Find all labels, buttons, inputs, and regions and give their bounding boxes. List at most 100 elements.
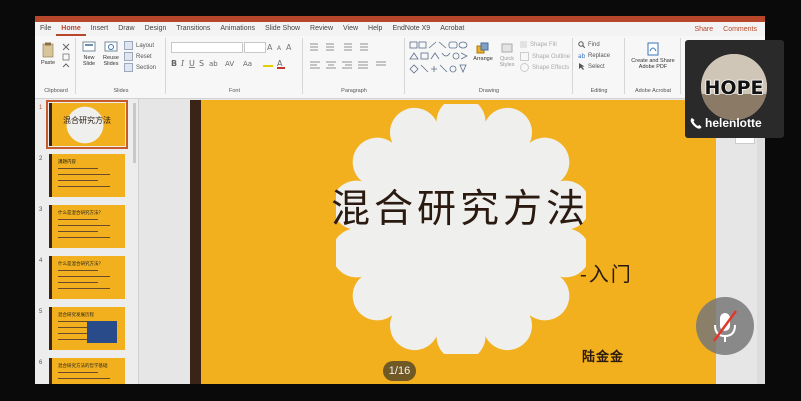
clipboard-small-icons[interactable] — [61, 42, 71, 72]
thumbnail-bar — [49, 256, 52, 299]
layout-label: Layout — [136, 42, 155, 49]
tab-slide-show[interactable]: Slide Show — [260, 22, 305, 36]
canvas-scrollbar[interactable] — [757, 99, 765, 384]
thumbnail-text-line — [58, 270, 98, 271]
svg-text:B: B — [171, 59, 177, 68]
replace-icon: ab — [578, 53, 585, 59]
thumbnail-number: 3 — [39, 207, 43, 213]
svg-text:A: A — [286, 43, 292, 52]
reuse-slides-button[interactable]: Reuse Slides — [102, 41, 120, 67]
replace-label: Replace — [588, 52, 611, 59]
comments-button[interactable]: Comments — [723, 26, 757, 33]
thumbnail-text-line — [58, 237, 110, 238]
avatar: HOPE — [701, 54, 767, 120]
font-group-label: Font — [228, 88, 240, 94]
thumbnail-text-line — [58, 219, 98, 220]
font-size-icons[interactable]: AAA — [267, 42, 297, 52]
thumbnail-bar — [49, 307, 52, 350]
font-size-select[interactable] — [244, 42, 266, 53]
layout-button[interactable]: Layout — [124, 41, 154, 50]
tab-help[interactable]: Help — [363, 22, 387, 36]
select-label: Select — [588, 63, 605, 70]
reuse-slides-icon — [104, 41, 118, 52]
shapes-gallery-icon[interactable] — [409, 41, 469, 75]
thumbnail-bar — [49, 205, 52, 248]
font-name-select[interactable] — [171, 42, 243, 53]
tab-acrobat[interactable]: Acrobat — [435, 22, 469, 36]
slide-thumbnail[interactable]: 什么是混合研究方法？ — [49, 205, 125, 248]
paste-button[interactable]: Paste — [40, 42, 56, 66]
thumbnail-title: 混合研究方法的哲学基础 — [58, 363, 108, 368]
slide-thumbnail[interactable]: 什么是混合研究方法？ — [49, 256, 125, 299]
mute-button[interactable] — [696, 297, 754, 355]
shape-effects-label: Shape Effects — [532, 64, 570, 71]
font-format-icons[interactable]: B I U S ab AV Aa A — [171, 57, 296, 69]
share-area: Share Comments — [694, 26, 765, 33]
slide-canvas: 混合研究方法 -入门 陆金金 — [139, 99, 765, 384]
phone-icon — [690, 118, 702, 129]
cursor-icon — [579, 63, 585, 70]
svg-text:HOPE: HOPE — [705, 77, 764, 99]
new-slide-icon — [82, 41, 96, 52]
thumbnail-bar — [49, 358, 52, 384]
tab-view[interactable]: View — [338, 22, 363, 36]
new-slide-button[interactable]: New Slide — [80, 41, 98, 67]
thumbnail-text-line — [58, 186, 110, 187]
arrange-button[interactable]: Arrange — [472, 42, 494, 62]
drawing-group-label: Drawing — [478, 88, 500, 94]
svg-text:I: I — [180, 59, 185, 68]
editing-group: Find ab Replace Select Editing — [574, 38, 625, 94]
thumbnail-text-line — [58, 276, 110, 277]
quick-styles-button[interactable]: Quick Styles — [496, 42, 518, 68]
shape-outline-label: Shape Outline — [532, 53, 571, 60]
shape-fill-icon — [520, 41, 527, 48]
quick-styles-label: Quick Styles — [499, 56, 515, 68]
thumbnail-title: 課題内容 — [58, 159, 76, 164]
slide-thumbnail[interactable]: 混合研究发展历程 — [49, 307, 125, 350]
powerpoint-window: File Home Insert Draw Design Transitions Anima… — [35, 16, 765, 384]
svg-text:A: A — [277, 59, 283, 68]
find-button[interactable]: Find — [578, 41, 600, 48]
paragraph-icons[interactable] — [308, 42, 400, 74]
participant-video-tile[interactable]: HOPE helenlotte — [685, 40, 784, 138]
thumbnail-diagram — [87, 321, 117, 343]
select-button[interactable]: Select — [578, 63, 605, 70]
thumbnail-bar — [49, 103, 52, 146]
svg-text:U: U — [189, 59, 195, 68]
thumbnail-scrollbar[interactable] — [133, 103, 136, 163]
tab-endnote-x9[interactable]: EndNote X9 — [387, 22, 435, 36]
tab-design[interactable]: Design — [140, 22, 172, 36]
pdf-icon — [647, 42, 659, 56]
thumbnail-text-line — [58, 378, 110, 379]
current-slide[interactable]: 混合研究方法 -入门 陆金金 — [190, 100, 716, 384]
acrobat-group-label: Adobe Acrobat — [634, 88, 672, 94]
slide-left-bar — [190, 100, 201, 384]
reset-button[interactable]: Reset — [124, 52, 152, 61]
share-button[interactable]: Share — [694, 26, 713, 33]
editing-group-label: Editing — [590, 88, 608, 94]
ribbon: Paste Clipboard New Slide Reuse Slides L… — [35, 36, 765, 99]
slide-thumbnail[interactable]: 混合研究方法 — [46, 100, 128, 149]
tab-transitions[interactable]: Transitions — [171, 22, 215, 36]
shape-fill-button[interactable]: Shape Fill — [520, 41, 557, 48]
create-share-pdf-button[interactable]: Create and Share Adobe PDF — [628, 42, 678, 70]
slide-thumbnail[interactable]: 課題内容 — [49, 154, 125, 197]
thumbnail-text-line — [58, 180, 98, 181]
slide-thumbnail[interactable]: 混合研究方法的哲学基础 — [49, 358, 125, 384]
shape-outline-button[interactable]: Shape Outline — [520, 52, 570, 61]
tab-insert[interactable]: Insert — [86, 22, 114, 36]
tab-home[interactable]: Home — [56, 22, 86, 36]
slide-subtitle: -入门 — [580, 262, 633, 286]
tab-review[interactable]: Review — [305, 22, 338, 36]
shape-effects-button[interactable]: Shape Effects — [520, 63, 569, 72]
replace-button[interactable]: ab Replace — [578, 52, 611, 60]
tab-draw[interactable]: Draw — [113, 22, 139, 36]
section-button[interactable]: Section — [124, 63, 156, 72]
section-icon — [124, 63, 133, 72]
thumbnail-text-line — [58, 288, 110, 289]
acrobat-group: Create and Share Adobe PDF Adobe Acrobat — [626, 38, 681, 94]
participant-name-label: helenlotte — [705, 116, 762, 130]
thumbnail-title: 什么是混合研究方法？ — [58, 261, 103, 266]
tab-animations[interactable]: Animations — [215, 22, 260, 36]
tab-file[interactable]: File — [35, 22, 56, 36]
